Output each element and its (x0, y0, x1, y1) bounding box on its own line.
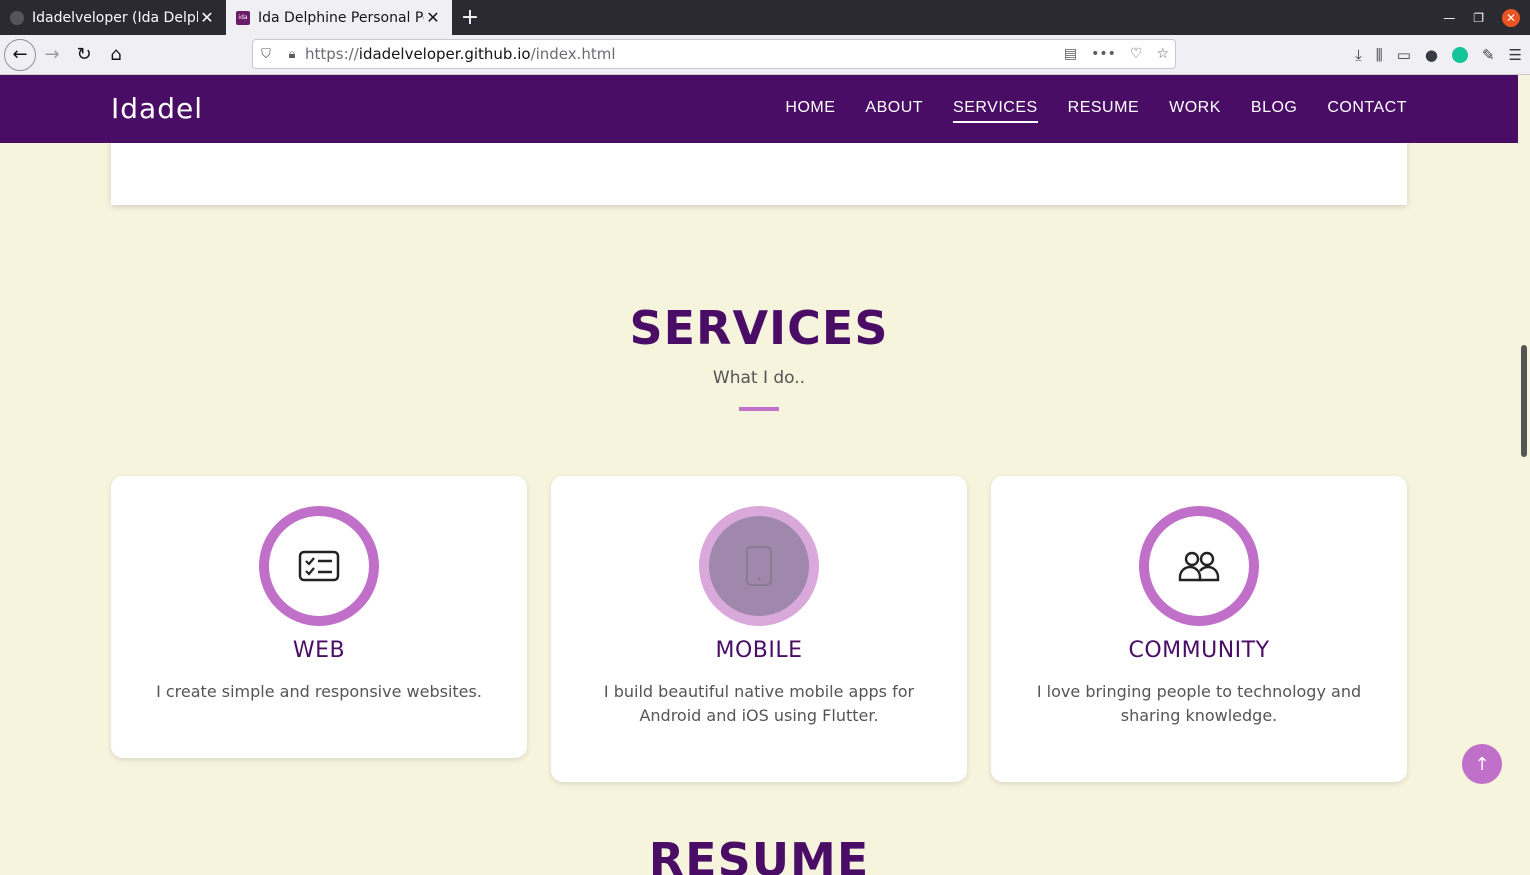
nav-services[interactable]: SERVICES (953, 99, 1038, 123)
mobile-phone-icon (746, 546, 772, 586)
tab-title: Idadelveloper (Ida Delph (32, 9, 198, 26)
service-description: I create simple and responsive websites. (156, 682, 482, 701)
scrollbar-thumb[interactable] (1521, 345, 1527, 457)
tab-github[interactable]: Idadelveloper (Ida Delph ✕ (0, 0, 226, 35)
nav-blog[interactable]: BLOG (1251, 99, 1297, 123)
menu-icon[interactable]: ☰ (1509, 46, 1522, 64)
new-tab-button[interactable]: + (452, 0, 488, 35)
reader-view-icon[interactable]: ▤ (1064, 46, 1077, 62)
back-to-top-button[interactable]: ↑ (1462, 744, 1502, 784)
close-icon[interactable]: ✕ (424, 8, 442, 27)
address-bar[interactable]: ⛉ 🔒︎ https:// idadelveloper.github.io /i… (252, 39, 1176, 69)
back-button[interactable]: ← (4, 38, 36, 71)
download-icon[interactable]: ⤓ (1355, 46, 1362, 64)
url-path: /index.html (530, 45, 616, 63)
tab-title: Ida Delphine Personal Po (258, 9, 424, 26)
page-viewport: Idadel HOME ABOUT SERVICES RESUME WORK B… (0, 75, 1518, 875)
service-description: I love bringing people to technology and… (1036, 682, 1362, 725)
sidebar-icon[interactable]: ▭ (1397, 46, 1411, 64)
extension-icon[interactable]: ✎ (1482, 46, 1495, 64)
site-header: Idadel HOME ABOUT SERVICES RESUME WORK B… (0, 75, 1518, 143)
checklist-icon (298, 550, 340, 582)
reload-button[interactable]: ↻ (68, 39, 100, 71)
window-controls: — ❐ ✕ (1443, 0, 1530, 35)
bookmark-star-icon[interactable]: ☆ (1156, 46, 1169, 62)
service-card-mobile: MOBILE I build beautiful native mobile a… (551, 476, 967, 782)
grammarly-icon[interactable] (1451, 47, 1468, 63)
tab-portfolio[interactable]: ida Ida Delphine Personal Po ✕ (226, 0, 452, 35)
service-icon-ring (259, 506, 379, 626)
account-icon[interactable]: ● (1425, 46, 1438, 64)
service-title: COMMUNITY (1128, 638, 1270, 663)
nav-contact[interactable]: CONTACT (1327, 99, 1407, 123)
service-card-web: WEB I create simple and responsive websi… (111, 476, 527, 758)
people-icon (1178, 551, 1220, 582)
service-icon-ring (699, 506, 819, 626)
browser-tab-bar: Idadelveloper (Ida Delph ✕ ida Ida Delph… (0, 0, 1530, 35)
site-favicon-icon: ida (236, 10, 250, 25)
site-menu: HOME ABOUT SERVICES RESUME WORK BLOG CON… (785, 99, 1407, 123)
service-icon-ring (1139, 506, 1259, 626)
url-protocol: https:// (305, 45, 359, 63)
services-subtitle: What I do.. (712, 368, 806, 388)
pocket-icon[interactable]: ♡ (1130, 46, 1143, 62)
more-actions-icon[interactable]: ••• (1091, 46, 1116, 62)
toolbar-icons: ⤓ ⫼ ▭ ● ✎ ☰ (1355, 35, 1522, 75)
service-title: MOBILE (715, 638, 803, 663)
service-description: I build beautiful native mobile apps for… (603, 682, 915, 725)
browser-toolbar: ← → ↻ ⌂ ⛉ 🔒︎ https:// idadelveloper.gith… (0, 35, 1530, 75)
scrollbar[interactable] (1518, 75, 1530, 875)
url-host: idadelveloper.github.io (358, 45, 531, 63)
arrow-up-icon: ↑ (1474, 753, 1490, 775)
service-title: WEB (292, 638, 346, 663)
lock-icon[interactable]: 🔒︎ (279, 47, 305, 62)
restore-icon[interactable]: ❐ (1473, 11, 1484, 25)
shield-icon[interactable]: ⛉ (253, 47, 279, 62)
minimize-icon[interactable]: — (1443, 11, 1455, 25)
services-heading: SERVICES (629, 301, 889, 355)
section-divider (739, 407, 779, 411)
forward-button[interactable]: → (36, 39, 68, 71)
site-logo[interactable]: Idadel (111, 92, 203, 125)
library-icon[interactable]: ⫼ (1376, 46, 1383, 64)
close-window-icon[interactable]: ✕ (1502, 8, 1520, 27)
nav-resume[interactable]: RESUME (1068, 99, 1139, 123)
github-icon (10, 10, 24, 25)
nav-about[interactable]: ABOUT (865, 99, 923, 123)
home-button[interactable]: ⌂ (100, 39, 132, 71)
service-card-community: COMMUNITY I love bringing people to tech… (991, 476, 1407, 782)
nav-work[interactable]: WORK (1169, 99, 1221, 123)
resume-heading: RESUME (648, 833, 870, 875)
close-icon[interactable]: ✕ (198, 8, 216, 27)
nav-home[interactable]: HOME (785, 99, 835, 123)
